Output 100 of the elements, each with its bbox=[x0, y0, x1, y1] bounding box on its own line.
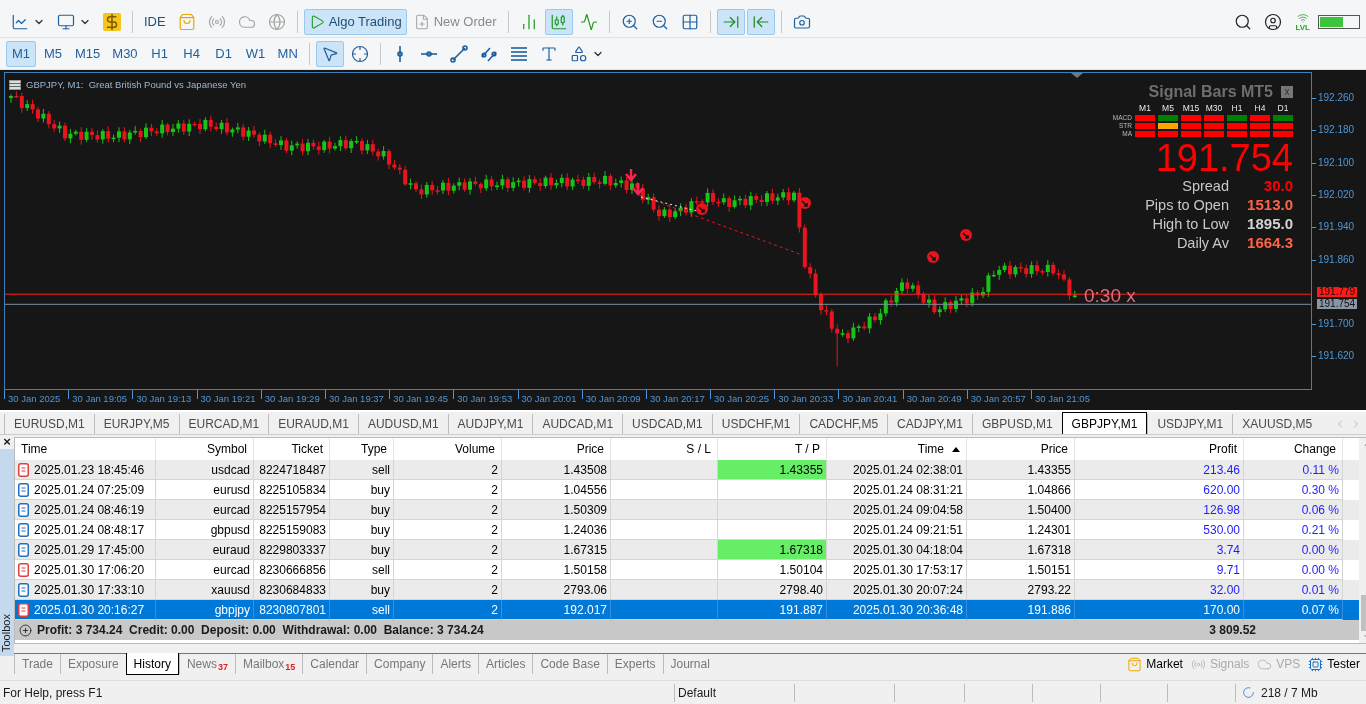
signal-marker-icon bbox=[960, 229, 972, 241]
deal-icon bbox=[18, 602, 29, 617]
deal-icon bbox=[18, 522, 29, 537]
candlestick-button[interactable] bbox=[544, 8, 573, 35]
expand-icon bbox=[19, 623, 32, 637]
ask-price-tag: 191.779 bbox=[1317, 287, 1358, 298]
close-button[interactable]: × bbox=[3, 435, 11, 449]
bid-price-tag: 191.754 bbox=[1317, 299, 1358, 310]
price-label: 192.100 bbox=[1318, 156, 1355, 168]
search-icon bbox=[1234, 12, 1253, 31]
timeframe-label: H1 bbox=[1230, 103, 1244, 113]
deal-icon bbox=[18, 482, 29, 497]
sell-arrow-icon bbox=[631, 181, 645, 196]
deal-icon bbox=[18, 462, 29, 477]
toolbox-tab[interactable]: History bbox=[125, 653, 179, 675]
timeframe-button[interactable]: H1 bbox=[144, 40, 175, 67]
toolbox-tab[interactable]: Company bbox=[366, 654, 433, 674]
user-icon bbox=[1264, 12, 1283, 31]
toolbox-tab[interactable]: Experts bbox=[606, 654, 663, 674]
timeframe-button[interactable]: M15 bbox=[70, 40, 106, 67]
toolbox-tab[interactable]: Code Base bbox=[532, 654, 607, 674]
stat-value: 1895.0 bbox=[1246, 215, 1293, 232]
price-label: 192.180 bbox=[1318, 124, 1355, 136]
signal-marker-icon bbox=[696, 203, 708, 215]
price-label: 191.700 bbox=[1318, 318, 1355, 330]
stat-value: 1513.0 bbox=[1246, 196, 1293, 213]
crosshair-icon bbox=[350, 44, 369, 63]
price-label: 191.940 bbox=[1318, 221, 1355, 233]
price-label: 192.260 bbox=[1318, 92, 1355, 103]
text-tool-icon bbox=[539, 44, 558, 63]
cloud-icon bbox=[1257, 656, 1273, 672]
toolbox-tab[interactable]: Exposure bbox=[59, 654, 126, 674]
total-profit: 3 809.52 bbox=[1208, 623, 1257, 637]
table-icon bbox=[9, 79, 21, 90]
history-row[interactable]: 2025.01.30 20:16:27 gbpjpy 8230807801 sell 2 192.017 191.887 2025.01.30 20:36:48 191.886 170.00 0.07 % bbox=[15, 600, 1359, 620]
stat-value: 30.0 bbox=[1262, 177, 1293, 194]
toolbox-tab[interactable]: Alerts bbox=[432, 654, 479, 674]
timeframe-label: H4 bbox=[1253, 103, 1267, 113]
timeframe-button[interactable]: H4 bbox=[176, 40, 207, 67]
autoscroll-button[interactable] bbox=[716, 8, 745, 35]
count-label: 37 bbox=[217, 662, 228, 672]
sell-arrow-icon bbox=[624, 167, 638, 182]
timeframe-button[interactable]: M5 bbox=[38, 40, 68, 67]
chart-title: GBPJPY, M1: Great British Pound vs Japanese Yen bbox=[26, 79, 247, 90]
signal-marker-icon bbox=[799, 197, 811, 209]
history-row[interactable]: 2025.01.23 18:45:46 usdcad 8224718487 sell 2 1.43508 1.43355 2025.01.24 02:38:01 1.43355 213.46 0.11 % bbox=[15, 460, 1359, 480]
table-cell: 1.43355 bbox=[718, 460, 827, 480]
history-row[interactable]: 2025.01.29 17:45:00 euraud 8229803337 buy 2 1.67315 1.67318 2025.01.30 04:18:04 1.67318 3.74 0.00 % bbox=[15, 540, 1359, 560]
memory-usage: 218 / 7 Mb bbox=[1261, 685, 1318, 700]
timeframe-button[interactable]: D1 bbox=[208, 40, 239, 67]
signal-marker-icon bbox=[927, 251, 939, 263]
price-label: 191.860 bbox=[1318, 253, 1355, 265]
toolbox-label: Toolbox bbox=[0, 449, 14, 656]
count-label: 15 bbox=[285, 662, 296, 672]
history-row[interactable]: 2025.01.24 08:46:19 eurcad 8225157954 buy 2 1.50309 2025.01.24 09:04:58 1.50400 126.98 0.06 % bbox=[15, 500, 1359, 520]
status-help: For Help, press F1 bbox=[0, 683, 675, 702]
bag-icon bbox=[1127, 656, 1143, 672]
status-profile: Default bbox=[675, 683, 795, 702]
cursor-icon bbox=[320, 44, 339, 63]
chip-icon bbox=[1308, 656, 1324, 672]
deal-icon bbox=[18, 562, 29, 577]
deal-icon bbox=[18, 582, 29, 597]
deal-icon bbox=[18, 502, 29, 517]
timeframe-label: M5 bbox=[1161, 103, 1175, 113]
chart-tab[interactable]: GBPJPY,M1 bbox=[1061, 412, 1148, 434]
toolbox-tab[interactable]: Articles bbox=[478, 654, 533, 674]
service-button[interactable]: Market bbox=[1123, 654, 1187, 674]
timeframe-button[interactable]: M30 bbox=[107, 40, 143, 67]
algo-trading-button[interactable]: Algo Trading bbox=[303, 8, 407, 35]
toolbox-tab[interactable]: Trade bbox=[14, 654, 60, 674]
chart-shift-marker-icon bbox=[1071, 73, 1083, 78]
timeframe-label: M1 bbox=[1138, 103, 1152, 113]
timeframe-label: D1 bbox=[1276, 103, 1290, 113]
vertical-line-icon bbox=[396, 44, 403, 63]
connection-label: LVL bbox=[1295, 23, 1310, 32]
deal-icon bbox=[18, 542, 29, 557]
antenna-icon bbox=[1296, 11, 1309, 24]
timeframe-button[interactable]: W1 bbox=[240, 40, 271, 67]
chart-shift-button[interactable] bbox=[746, 8, 775, 35]
stat-label: Pips to Open bbox=[1145, 197, 1229, 213]
toolbox-tab[interactable]: Journal bbox=[662, 654, 717, 674]
history-row[interactable]: 2025.01.30 17:33:10 xauusd 8230684833 buy 2 2793.06 2798.40 2025.01.30 20:07:24 2793.22 32.00 0.01 % bbox=[15, 580, 1359, 600]
cursor-button[interactable] bbox=[315, 40, 344, 67]
stat-label: Spread bbox=[1181, 178, 1229, 194]
price-label: 191.620 bbox=[1318, 350, 1355, 362]
horizontal-line-icon bbox=[419, 50, 438, 57]
fibonacci-icon bbox=[509, 44, 528, 63]
timeframe-label: M15 bbox=[1181, 103, 1201, 113]
stat-label: High to Low bbox=[1151, 216, 1229, 232]
service-button[interactable]: Tester bbox=[1304, 654, 1364, 674]
timeframe-button[interactable]: M1 bbox=[6, 40, 36, 67]
loading-icon bbox=[1242, 686, 1255, 699]
timeframe-label: M30 bbox=[1204, 103, 1224, 113]
summary-text: Profit: 3 734.24 Credit: 0.00 Deposit: 0.00 Withdrawal: 0.00 Balance: 3 734.24 bbox=[37, 623, 484, 637]
ide-button[interactable]: IDE bbox=[139, 8, 171, 35]
toolbox-tab[interactable]: Calendar bbox=[302, 654, 367, 674]
trend-line-icon bbox=[449, 44, 468, 63]
table-cell: 1.67318 bbox=[718, 540, 827, 560]
document-plus-icon bbox=[413, 13, 430, 30]
timeframe-button[interactable]: MN bbox=[272, 40, 303, 67]
